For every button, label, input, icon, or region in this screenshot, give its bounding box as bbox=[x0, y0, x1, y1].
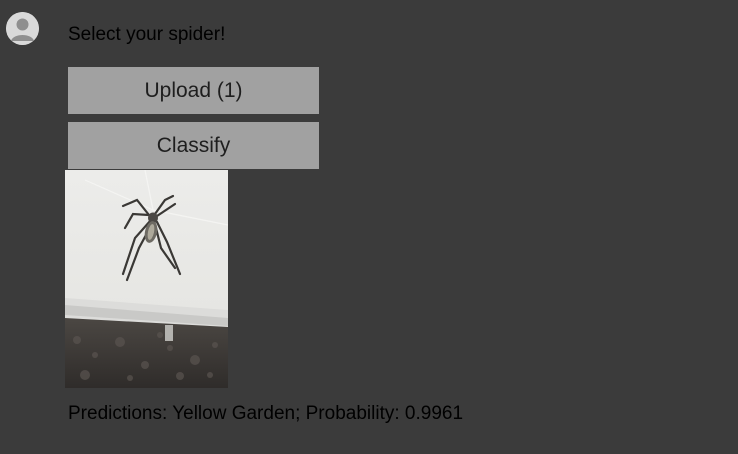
prompt-text: Select your spider! bbox=[68, 24, 226, 45]
user-avatar-icon bbox=[6, 12, 39, 45]
prediction-result: Predictions: Yellow Garden; Probability:… bbox=[68, 403, 464, 424]
classify-button[interactable]: Classify bbox=[68, 122, 319, 169]
upload-button[interactable]: Upload (1) bbox=[68, 67, 319, 114]
spider-photo bbox=[65, 170, 228, 388]
